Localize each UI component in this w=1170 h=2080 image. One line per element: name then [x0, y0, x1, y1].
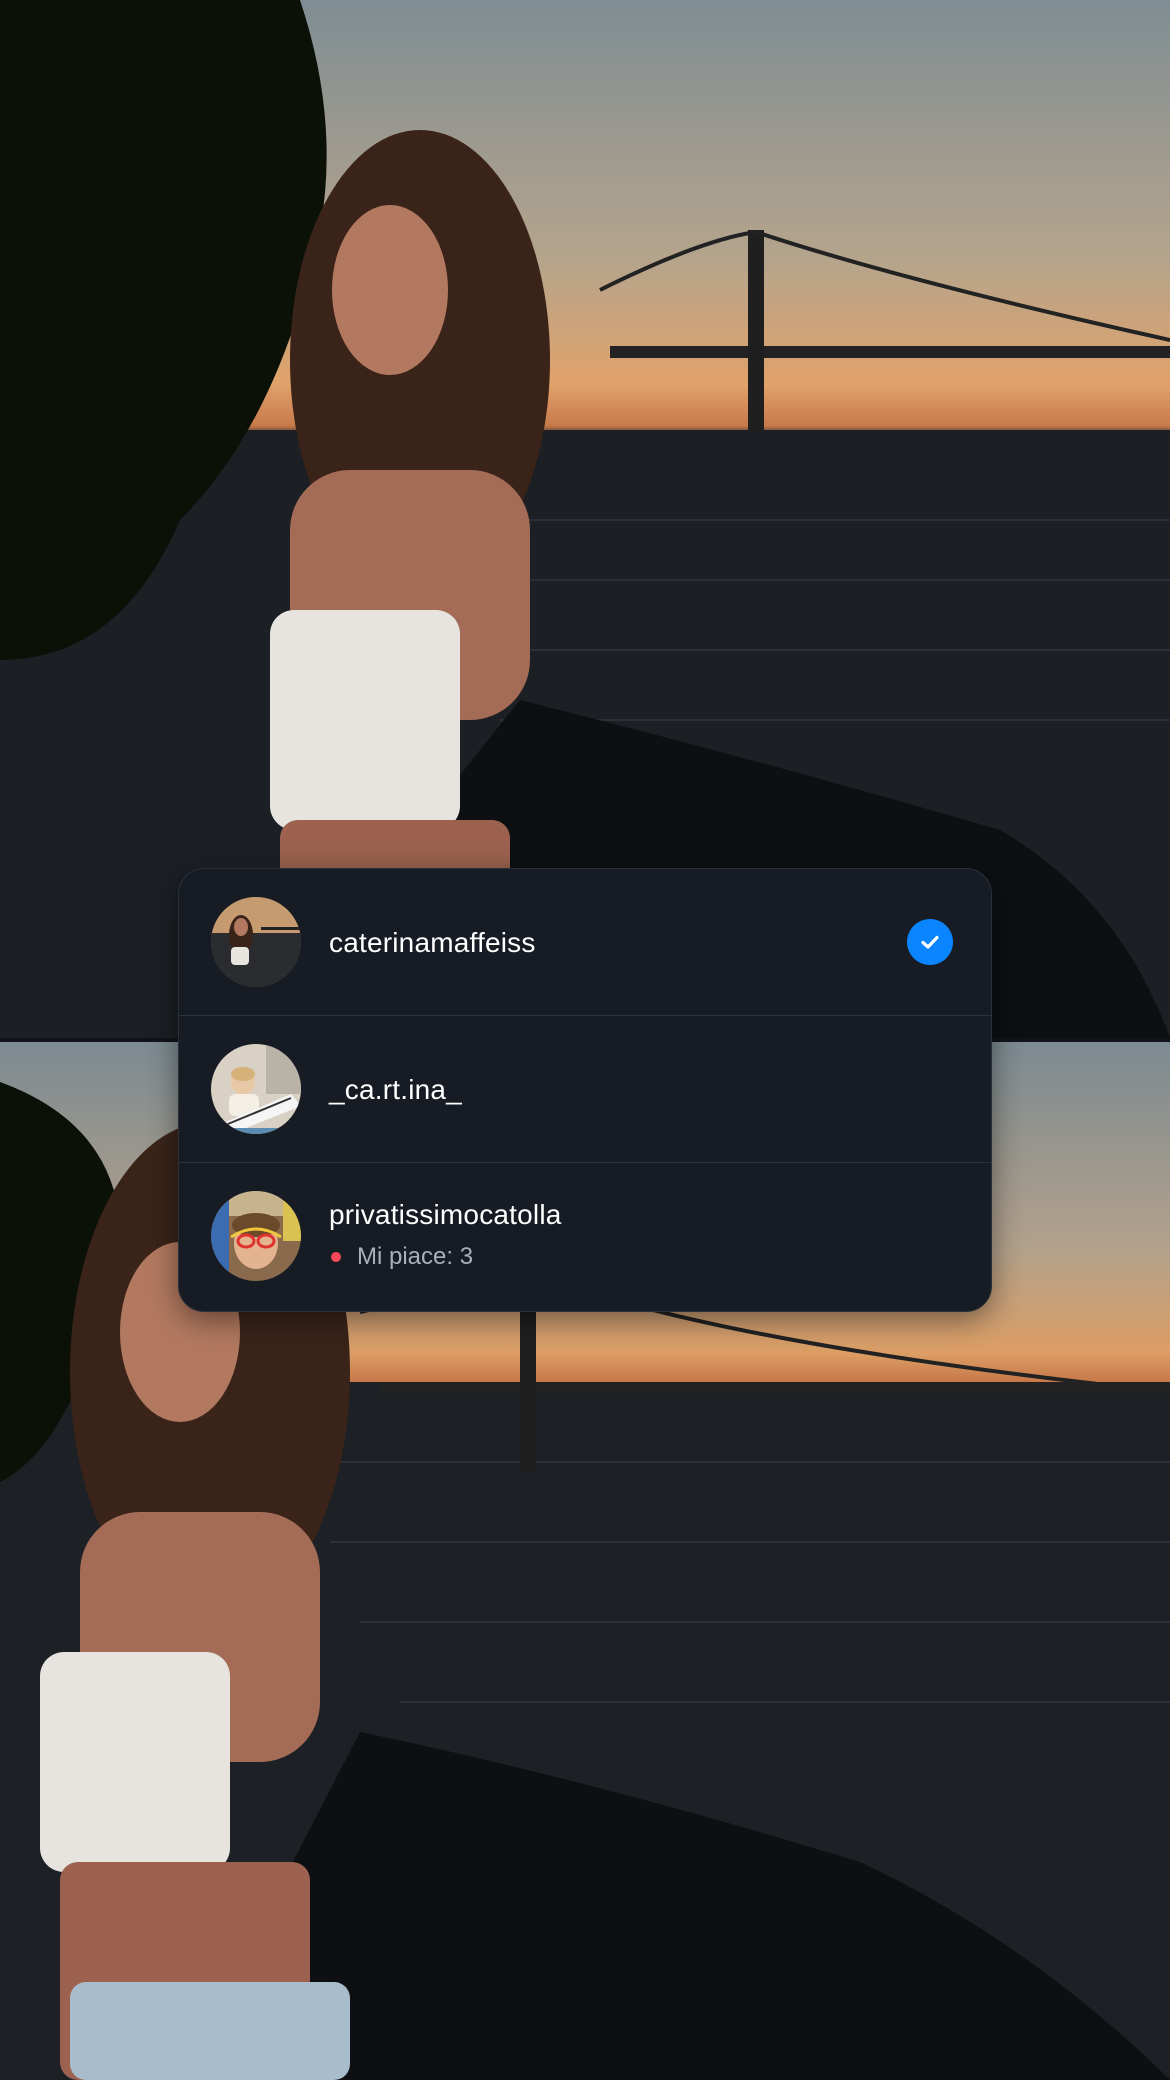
avatar-privatissimocatolla	[211, 1191, 301, 1281]
account-row-ca-rt-ina[interactable]: _ca.rt.ina_	[179, 1016, 991, 1162]
check-circle-icon	[907, 919, 953, 965]
avatar-ca-rt-ina	[211, 1044, 301, 1134]
avatar-caterinamaffeiss	[211, 897, 301, 987]
notification-dot-icon	[331, 1252, 341, 1262]
account-row-caterinamaffeiss[interactable]: caterinamaffeiss	[179, 869, 991, 1015]
likes-notification-text: Mi piace: 3	[357, 1243, 474, 1270]
account-username: caterinamaffeiss	[329, 927, 536, 958]
likes-notification: Mi piace: 3	[329, 1243, 473, 1271]
account-switcher-panel: caterinamaffeiss _ca.rt.ina_ privatissim…	[178, 868, 992, 1312]
account-username: _ca.rt.ina_	[329, 1074, 462, 1105]
account-username: privatissimocatolla	[329, 1199, 562, 1230]
account-row-privatissimocatolla[interactable]: privatissimocatolla Mi piace: 3	[179, 1163, 991, 1309]
